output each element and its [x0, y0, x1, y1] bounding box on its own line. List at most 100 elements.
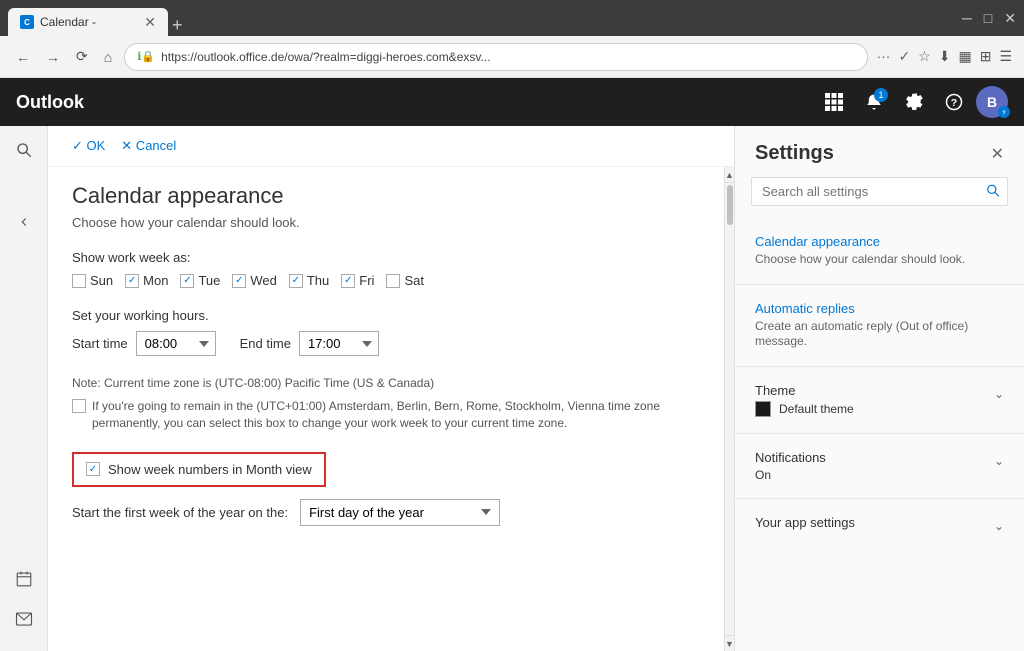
- settings-theme-text: Default theme: [779, 402, 854, 416]
- home-button[interactable]: ⌂: [100, 45, 116, 69]
- fri-checkbox[interactable]: [341, 274, 355, 288]
- tue-checkbox[interactable]: [180, 274, 194, 288]
- help-icon-button[interactable]: ?: [936, 84, 972, 120]
- bookmark-icon[interactable]: ☆: [918, 48, 931, 65]
- badge-icon: ?: [1000, 108, 1008, 116]
- content-area: ✓ OK ✕ Cancel Calendar appearance Choose…: [48, 126, 734, 651]
- day-fri[interactable]: Fri: [341, 273, 374, 288]
- close-button[interactable]: ✕: [1004, 10, 1016, 27]
- settings-icon: [905, 93, 923, 111]
- tab-title: Calendar -: [40, 15, 96, 29]
- settings-divider-3: [735, 433, 1024, 434]
- sun-checkbox[interactable]: [72, 274, 86, 288]
- browser-chrome: C Calendar - ✕ + ─ □ ✕: [0, 0, 1024, 36]
- ok-button[interactable]: ✓ OK: [72, 138, 105, 154]
- scroll-up-button[interactable]: ▲: [725, 167, 734, 183]
- browser-tabs: C Calendar - ✕ +: [8, 0, 183, 36]
- first-week-select[interactable]: First day of the year First full week Fi…: [300, 499, 500, 526]
- minimize-button[interactable]: ─: [962, 10, 972, 27]
- library-icon[interactable]: ▦: [958, 48, 971, 65]
- restore-button[interactable]: □: [984, 10, 992, 27]
- notifications-expand-icon: ⌄: [994, 454, 1004, 468]
- sun-label: Sun: [90, 273, 113, 288]
- back-button[interactable]: ←: [12, 45, 34, 69]
- pocket-icon[interactable]: ✓: [898, 48, 910, 65]
- settings-item-auto-replies[interactable]: Automatic replies Create an automatic re…: [735, 289, 1024, 362]
- mon-checkbox[interactable]: [125, 274, 139, 288]
- settings-app-left: Your app settings: [755, 515, 855, 533]
- forward-button[interactable]: →: [42, 45, 64, 69]
- settings-title: Settings: [755, 142, 834, 165]
- mon-label: Mon: [143, 273, 168, 288]
- cancel-button[interactable]: ✕ Cancel: [121, 138, 176, 154]
- settings-icon-button[interactable]: [896, 84, 932, 120]
- address-bar: ← → ⟳ ⌂ ℹ🔒 https://outlook.office.de/owa…: [0, 36, 1024, 78]
- browser-tab-active[interactable]: C Calendar - ✕: [8, 8, 168, 36]
- tab-favicon: C: [20, 15, 34, 29]
- settings-app-settings-section[interactable]: Your app settings ⌄: [735, 503, 1024, 545]
- timezone-row: If you're going to remain in the (UTC+01…: [72, 398, 700, 432]
- end-time-select[interactable]: 17:00: [299, 331, 379, 356]
- tab-close-button[interactable]: ✕: [144, 14, 156, 31]
- refresh-button[interactable]: ⟳: [72, 44, 92, 69]
- thu-checkbox[interactable]: [289, 274, 303, 288]
- day-tue[interactable]: Tue: [180, 273, 220, 288]
- wed-checkbox[interactable]: [232, 274, 246, 288]
- mail-nav-icon[interactable]: [8, 603, 40, 635]
- address-box[interactable]: ℹ🔒 https://outlook.office.de/owa/?realm=…: [124, 43, 868, 71]
- end-time-group: End time 17:00: [240, 331, 379, 356]
- timezone-checkbox[interactable]: [72, 399, 86, 413]
- sat-label: Sat: [404, 273, 424, 288]
- user-avatar[interactable]: B ?: [976, 86, 1008, 118]
- apps-icon-button[interactable]: [816, 84, 852, 120]
- calendar-nav-icon[interactable]: [8, 563, 40, 595]
- notification-button[interactable]: 1: [856, 84, 892, 120]
- settings-notifications-section[interactable]: Notifications On ⌄: [735, 438, 1024, 494]
- first-week-label: Start the first week of the year on the:: [72, 505, 288, 520]
- week-numbers-checkbox[interactable]: [86, 462, 100, 476]
- sat-checkbox[interactable]: [386, 274, 400, 288]
- left-sidebar: [0, 126, 48, 651]
- settings-search-input[interactable]: [751, 177, 1008, 206]
- day-mon[interactable]: Mon: [125, 273, 168, 288]
- download-icon[interactable]: ⬇: [939, 48, 951, 65]
- day-wed[interactable]: Wed: [232, 273, 277, 288]
- action-bar: ✓ OK ✕ Cancel: [48, 126, 734, 167]
- day-thu[interactable]: Thu: [289, 273, 329, 288]
- timezone-text: If you're going to remain in the (UTC+01…: [92, 398, 700, 432]
- day-sun[interactable]: Sun: [72, 273, 113, 288]
- settings-close-button[interactable]: ✕: [991, 144, 1004, 164]
- sidebar-search-icon[interactable]: [8, 134, 40, 166]
- start-time-label: Start time: [72, 336, 128, 351]
- week-numbers-section: Show week numbers in Month view: [72, 452, 326, 487]
- settings-divider-2: [735, 366, 1024, 367]
- fri-label: Fri: [359, 273, 374, 288]
- time-row: Start time 08:00 End time 17:00: [72, 331, 700, 356]
- settings-search-container: [751, 177, 1008, 206]
- settings-divider-4: [735, 498, 1024, 499]
- content-scrollbar[interactable]: ▲ ▼: [724, 167, 734, 651]
- menu-icon[interactable]: ☰: [999, 48, 1012, 65]
- timezone-section: Note: Current time zone is (UTC-08:00) P…: [72, 376, 700, 432]
- sidebar-collapse-button[interactable]: [8, 206, 40, 238]
- settings-theme-label: Theme: [755, 383, 854, 398]
- start-time-group: Start time 08:00: [72, 331, 216, 356]
- week-numbers-label[interactable]: Show week numbers in Month view: [108, 462, 312, 477]
- timezone-note: Note: Current time zone is (UTC-08:00) P…: [72, 376, 700, 390]
- new-tab-button[interactable]: +: [172, 15, 183, 36]
- scroll-thumb[interactable]: [727, 185, 733, 225]
- end-time-label: End time: [240, 336, 291, 351]
- day-sat[interactable]: Sat: [386, 273, 424, 288]
- page-title: Calendar appearance: [72, 183, 700, 209]
- start-time-select[interactable]: 08:00: [136, 331, 216, 356]
- security-icon: ℹ🔒: [137, 50, 155, 63]
- scroll-down-button[interactable]: ▼: [725, 635, 734, 651]
- settings-item-calendar-appearance[interactable]: Calendar appearance Choose how your cale…: [735, 222, 1024, 280]
- tue-label: Tue: [198, 273, 220, 288]
- content-inner: Calendar appearance Choose how your cale…: [48, 167, 724, 651]
- settings-theme-section[interactable]: Theme Default theme ⌄: [735, 371, 1024, 429]
- theme-expand-icon: ⌄: [994, 387, 1004, 401]
- synced-tabs-icon[interactable]: ⊞: [980, 48, 992, 65]
- settings-theme-left: Theme Default theme: [755, 383, 854, 417]
- more-icon[interactable]: ···: [876, 48, 890, 65]
